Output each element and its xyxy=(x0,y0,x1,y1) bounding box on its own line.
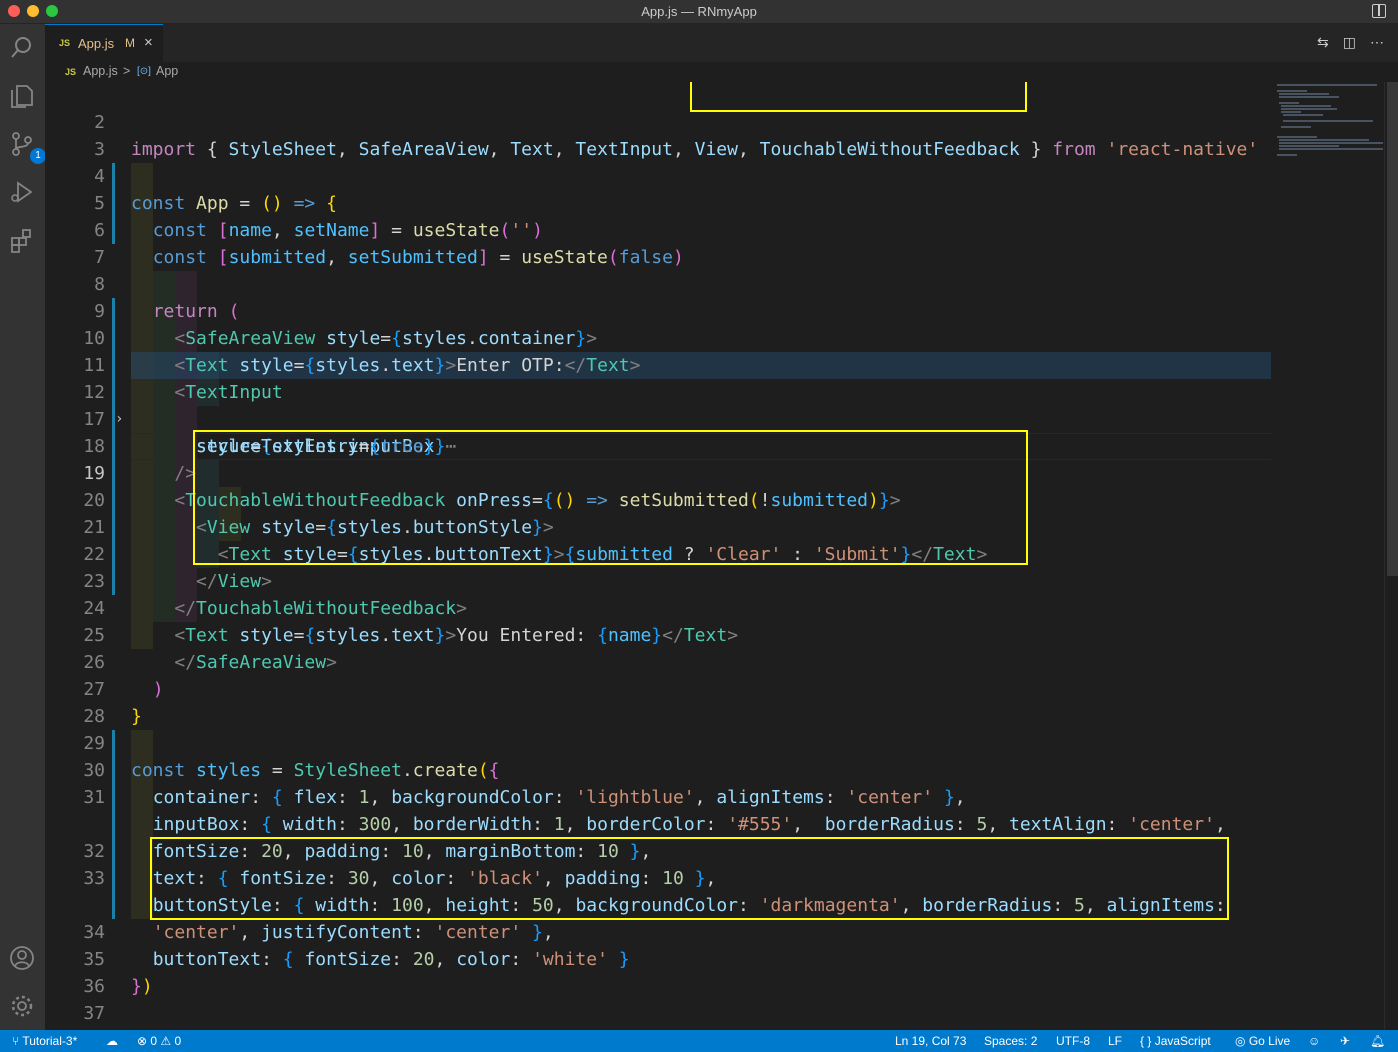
vertical-scrollbar[interactable] xyxy=(1384,82,1398,1030)
code-line: 27 } xyxy=(45,649,1384,727)
settings-gear-icon[interactable] xyxy=(8,992,36,1020)
run-debug-icon[interactable] xyxy=(8,178,36,206)
annotation-box xyxy=(193,430,1028,565)
js-file-icon: JS xyxy=(65,67,77,77)
editor-tabs: JS App.js M × ⇆ ◫ ⋯ xyxy=(45,24,1398,62)
code-line: 24 <Text style={styles.text}>You Entered… xyxy=(45,568,1384,646)
line-number: 37 xyxy=(83,1003,105,1024)
breadcrumb-file[interactable]: App.js xyxy=(83,64,118,78)
code-line: 6 const [submitted, setSubmitted] = useS… xyxy=(45,190,1384,268)
code-line: 3 xyxy=(45,109,1384,160)
code-line: 17 secureTextEntry={true} xyxy=(45,379,1384,457)
cursor-position[interactable]: Ln 19, Col 73 xyxy=(895,1034,966,1048)
code-editor[interactable]: 2 import { StyleSheet, SafeAreaView, Tex… xyxy=(45,82,1384,1030)
breadcrumb-symbol[interactable]: App xyxy=(156,64,178,78)
sync-icon[interactable]: ☁ xyxy=(106,1034,118,1048)
encoding[interactable]: UTF-8 xyxy=(1056,1034,1090,1048)
code-line: fontSize: 20, padding: 10, marginBottom:… xyxy=(152,841,652,862)
layout-icon[interactable] xyxy=(1372,4,1386,18)
code-line: 9 <SafeAreaView style={styles.container}… xyxy=(45,271,1384,349)
tab-app-js[interactable]: JS App.js M × xyxy=(45,24,163,62)
extensions-icon[interactable] xyxy=(8,226,36,254)
symbol-icon: [⊙] xyxy=(137,66,151,77)
breadcrumb: JS App.js > [⊙] App xyxy=(45,62,1398,82)
window-title: App.js — RNmyApp xyxy=(641,4,757,19)
tab-label: App.js xyxy=(78,36,115,51)
code-line: 5 const [name, setName] = useState('') xyxy=(45,163,1384,241)
language-mode[interactable]: { } JavaScript xyxy=(1140,1034,1211,1048)
status-bar: ⑂ Tutorial-3* ☁ ⊗ 0 ⚠ 0 Ln 19, Col 73 Sp… xyxy=(0,1030,1398,1052)
code-line: 18 /> xyxy=(45,406,1384,484)
code-line: 26 ) xyxy=(45,622,1384,700)
go-live-button[interactable]: ◎ Go Live xyxy=(1235,1034,1290,1048)
code-line: 32 text: { fontSize: 30, color: 'black',… xyxy=(45,811,1384,889)
annotation-box xyxy=(150,837,1229,920)
code-line: 31 inputBox: { width: 300, borderWidth: … xyxy=(45,757,1384,835)
code-line: 12 › style={styles.inputBox}⋯ xyxy=(45,352,1384,457)
code-line: 37 export default App xyxy=(45,973,1384,1024)
indentation[interactable]: Spaces: 2 xyxy=(984,1034,1037,1048)
feedback-icon[interactable]: ✈ xyxy=(1340,1034,1350,1048)
code-line: 35 }) xyxy=(45,919,1384,997)
notifications-bell-icon[interactable]: 🔔︎ xyxy=(1370,1034,1385,1048)
editor-actions: ⇆ ◫ ⋯ xyxy=(1317,34,1384,51)
scrollbar-thumb[interactable] xyxy=(1387,82,1398,576)
activity-bar: 1 xyxy=(0,24,46,1030)
account-icon[interactable] xyxy=(8,944,36,972)
code-line: 28 xyxy=(45,676,1384,727)
scm-badge: 1 xyxy=(30,148,46,164)
minimap[interactable] xyxy=(1271,82,1384,1030)
explorer-icon[interactable] xyxy=(8,82,36,110)
search-icon[interactable] xyxy=(8,34,36,62)
branch-item[interactable]: ⑂ Tutorial-3* xyxy=(12,1034,77,1048)
code-line: 8 return ( xyxy=(45,244,1384,322)
source-control-icon[interactable]: 1 xyxy=(8,130,46,164)
close-tab-icon[interactable]: × xyxy=(144,34,153,51)
code-line: 4 const App = () => { xyxy=(45,136,1384,214)
modified-indicator: M xyxy=(125,36,135,50)
more-actions-icon[interactable]: ⋯ xyxy=(1370,34,1384,51)
title-bar: App.js — RNmyApp xyxy=(0,0,1398,24)
problems-item[interactable]: ⊗ 0 ⚠ 0 xyxy=(137,1034,181,1048)
code-line: 10 <Text style={styles.text}>Enter OTP:<… xyxy=(45,298,1384,376)
code-line: 36 xyxy=(45,946,1384,997)
split-editor-icon[interactable]: ◫ xyxy=(1343,34,1356,51)
open-changes-icon[interactable]: ⇆ xyxy=(1317,34,1329,51)
code-line: 30 container: { flex: 1, backgroundColor… xyxy=(45,730,1384,808)
code-line: 7 xyxy=(45,217,1384,268)
code-line: 25 </SafeAreaView> xyxy=(45,595,1384,673)
end-of-line[interactable]: LF xyxy=(1108,1034,1122,1048)
breadcrumb-separator: > xyxy=(123,64,131,78)
code-line: 11 <TextInput xyxy=(45,325,1384,403)
js-file-icon: JS xyxy=(59,38,71,48)
annotation-box xyxy=(690,82,1027,112)
copilot-icon[interactable]: ☺ xyxy=(1308,1034,1320,1048)
code-line: 29 const styles = StyleSheet.create({ xyxy=(45,703,1384,781)
